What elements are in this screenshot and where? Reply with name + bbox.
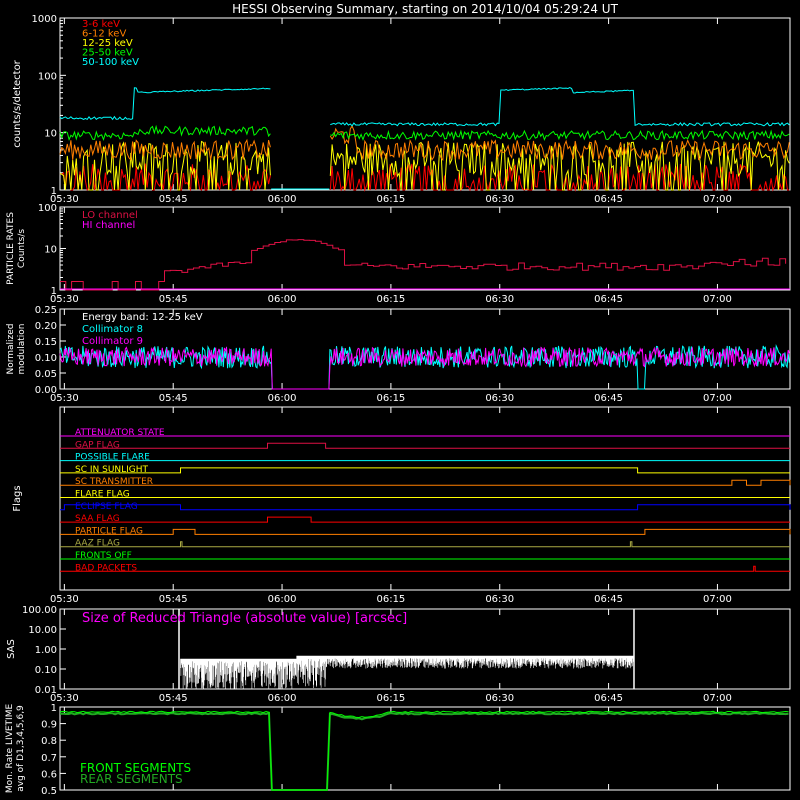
time-tick-label: 07:00 [703, 294, 732, 305]
y-tick-label: 0.00 [35, 385, 57, 396]
flag-label: SAA FLAG [75, 514, 120, 524]
flag-label: PARTICLE FLAG [75, 526, 143, 536]
y-axis-label: counts/s/detector [12, 59, 23, 147]
time-tick-label: 06:15 [376, 693, 405, 704]
annotation-sas: Size of Reduced Triangle (absolute value… [82, 611, 407, 626]
flag-label: SC TRANSMITTER [75, 477, 153, 487]
flag-label: FLARE FLAG [75, 490, 130, 500]
y-tick-label: 0.01 [35, 685, 57, 696]
y-tick-label: 0.20 [35, 321, 57, 332]
time-tick-label: 05:30 [50, 594, 79, 605]
legend-entry: 50-100 keV [82, 57, 139, 68]
time-tick-label: 07:00 [703, 194, 732, 205]
flag-label: AAZ FLAG [75, 539, 120, 549]
time-tick-label: 07:00 [703, 393, 732, 404]
y-tick-label: 10 [44, 245, 57, 256]
time-tick-label: 05:45 [159, 594, 188, 605]
hessi-summary-figure: HESSI Observing Summary, starting on 201… [0, 0, 800, 800]
y-tick-label: 0.6 [41, 769, 57, 780]
y-tick-label: 0.15 [35, 337, 57, 348]
y-tick-label: 0.10 [35, 665, 57, 676]
y-tick-label: 0.05 [35, 369, 57, 380]
time-tick-label: 06:45 [594, 693, 623, 704]
time-tick-label: 06:30 [485, 594, 514, 605]
y-axis-label: PARTICLE RATES [6, 212, 16, 285]
flag-label: SC IN SUNLIGHT [75, 465, 149, 475]
flag-label: GAP FLAG [75, 440, 120, 450]
y-axis-label: Mon. Rate LIVETIME [5, 704, 15, 794]
annotation-energy-band: Energy band: 12-25 keV [82, 312, 203, 323]
y-tick-label: 100 [38, 203, 57, 214]
y-tick-label: 0.10 [35, 353, 57, 364]
y-tick-label: 100.00 [22, 605, 57, 616]
time-tick-label: 07:00 [703, 693, 732, 704]
flag-label: POSSIBLE FLARE [75, 453, 150, 463]
y-axis-label: Counts/s [17, 229, 27, 268]
time-tick-label: 06:00 [268, 294, 297, 305]
y-tick-label: 0.9 [41, 720, 57, 731]
legend-entry: HI channel [82, 220, 135, 231]
y-tick-label: 1 [51, 286, 57, 297]
y-axis-label: modulation [17, 324, 27, 375]
time-tick-label: 06:45 [594, 594, 623, 605]
y-tick-label: 1000 [32, 14, 57, 25]
time-tick-label: 06:30 [485, 194, 514, 205]
time-tick-label: 05:45 [159, 393, 188, 404]
time-tick-label: 06:45 [594, 194, 623, 205]
time-tick-label: 06:15 [376, 594, 405, 605]
time-tick-label: 06:00 [268, 594, 297, 605]
time-tick-label: 06:30 [485, 393, 514, 404]
y-tick-label: 0.25 [35, 305, 57, 316]
y-axis-label: Normalized [6, 323, 16, 374]
time-tick-label: 06:15 [376, 194, 405, 205]
y-axis-label: Flags [12, 485, 23, 511]
y-axis-label: SAS [6, 639, 17, 659]
y-tick-label: 100 [38, 71, 57, 82]
time-tick-label: 06:00 [268, 693, 297, 704]
time-tick-label: 06:00 [268, 194, 297, 205]
time-tick-label: 05:45 [159, 693, 188, 704]
time-tick-label: 06:45 [594, 393, 623, 404]
y-tick-label: 1.00 [35, 645, 57, 656]
time-tick-label: 05:45 [159, 294, 188, 305]
figure-title: HESSI Observing Summary, starting on 201… [232, 2, 618, 16]
flag-label: ECLIPSE FLAG [75, 502, 138, 512]
time-tick-label: 06:00 [268, 393, 297, 404]
y-axis-label: avg of D1,3,4,5,6,9 [16, 705, 26, 792]
legend-entry: Collimator 9 [82, 336, 143, 347]
legend-entry: Collimator 8 [82, 324, 143, 335]
y-tick-label: 1 [51, 703, 57, 714]
y-tick-label: 0.5 [41, 786, 57, 797]
y-tick-label: 1 [51, 186, 57, 197]
time-tick-label: 06:15 [376, 393, 405, 404]
time-tick-label: 07:00 [703, 594, 732, 605]
time-tick-label: 05:45 [159, 194, 188, 205]
time-tick-label: 06:30 [485, 294, 514, 305]
flag-label: BAD PACKETS [75, 563, 137, 573]
time-tick-label: 06:15 [376, 294, 405, 305]
time-tick-label: 06:30 [485, 693, 514, 704]
flag-label: ATTENUATOR STATE [75, 428, 165, 438]
legend-entry: REAR SEGMENTS [80, 772, 183, 786]
y-tick-label: 0.7 [41, 753, 57, 764]
y-tick-label: 10 [44, 129, 57, 140]
flag-label: FRONTS OFF [75, 551, 132, 561]
y-tick-label: 10.00 [28, 625, 57, 636]
time-tick-label: 06:45 [594, 294, 623, 305]
y-tick-label: 0.8 [41, 736, 57, 747]
